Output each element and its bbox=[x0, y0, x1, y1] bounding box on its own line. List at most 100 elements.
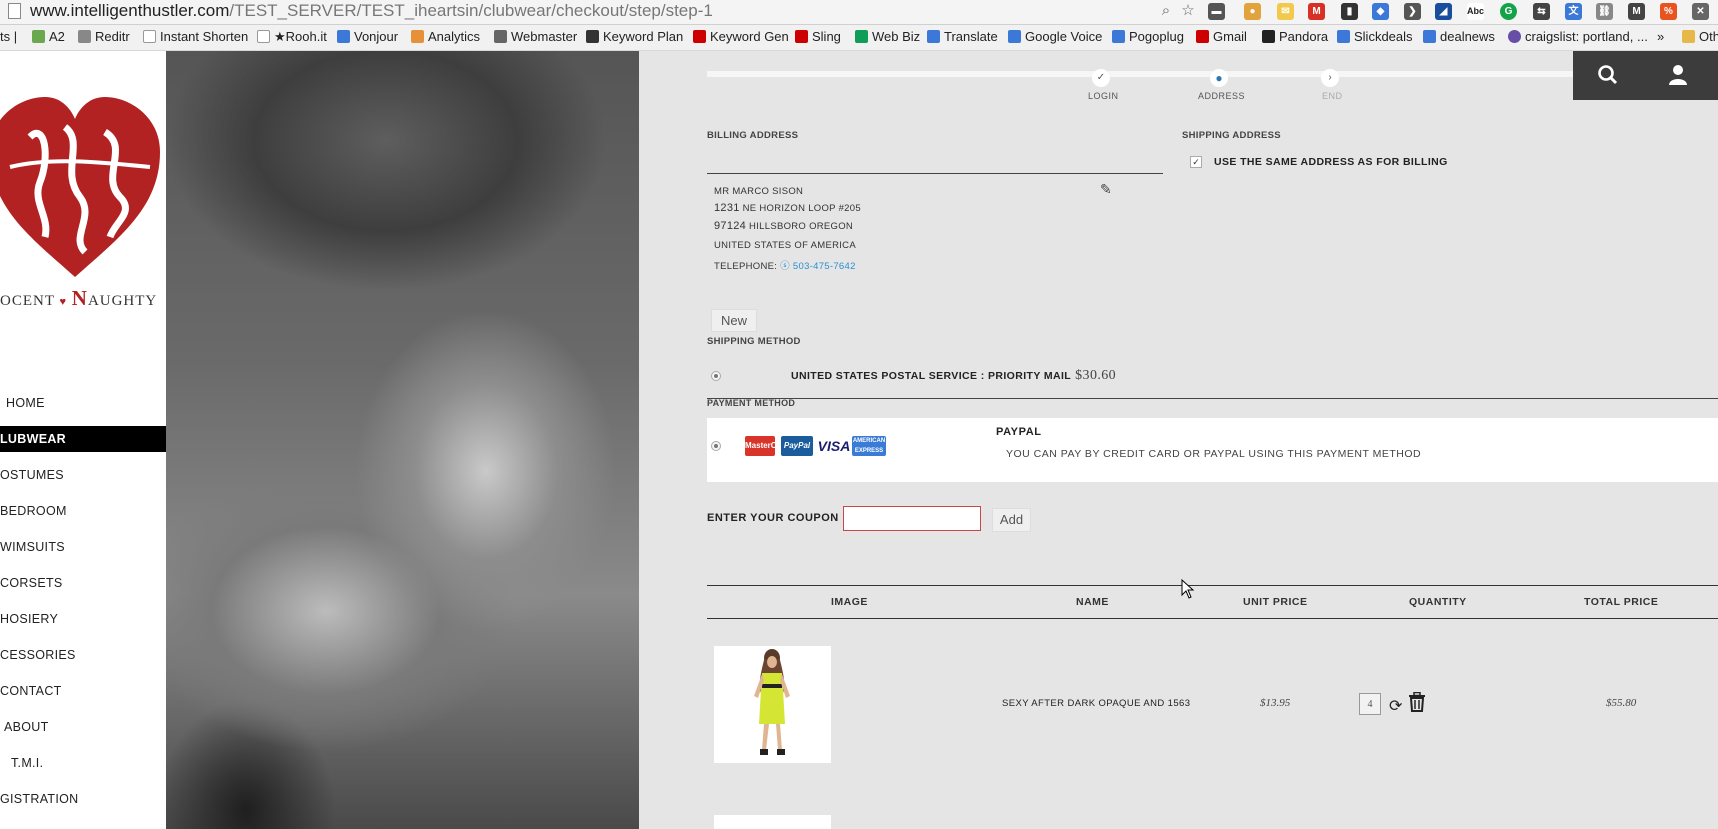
extension-icon-11[interactable]: ⇆ bbox=[1533, 3, 1550, 20]
folder-icon bbox=[1682, 30, 1695, 43]
shipping-address-title: SHIPPING ADDRESS bbox=[1182, 130, 1281, 141]
nav-contact[interactable]: CONTACT bbox=[0, 678, 166, 704]
bookmark-item[interactable]: Google Voice bbox=[1008, 29, 1102, 45]
nav-swimsuits[interactable]: WIMSUITS bbox=[0, 534, 166, 560]
bookmark-item[interactable]: Vonjour bbox=[337, 29, 398, 45]
bookmark-icon bbox=[1337, 30, 1350, 43]
bookmark-item[interactable]: ts | bbox=[0, 29, 17, 45]
nav-corsets[interactable]: CORSETS bbox=[0, 570, 166, 596]
grammarly-icon[interactable]: G bbox=[1500, 3, 1517, 20]
bookmark-icon bbox=[257, 30, 270, 43]
nav-tmi[interactable]: T.M.I. bbox=[0, 750, 177, 776]
product-image-next[interactable] bbox=[714, 815, 831, 829]
bookmark-icon bbox=[586, 30, 599, 43]
nav-costumes[interactable]: OSTUMES bbox=[0, 462, 166, 488]
coupon-input[interactable] bbox=[843, 506, 981, 531]
quantity-input[interactable]: 4 bbox=[1359, 693, 1381, 715]
logo-tagline: OCENT ♥ NAUGHTY bbox=[0, 286, 158, 310]
extension-icon-2[interactable]: ● bbox=[1244, 3, 1261, 20]
nav-registration[interactable]: GISTRATION bbox=[0, 786, 166, 812]
col-image-header: IMAGE bbox=[831, 596, 868, 608]
bookmark-item[interactable]: Oth bbox=[1682, 29, 1718, 45]
search-icon[interactable] bbox=[1595, 62, 1621, 88]
bookmark-item[interactable]: dealnews bbox=[1423, 29, 1495, 45]
gmail-extension-icon[interactable]: M bbox=[1308, 3, 1325, 20]
refresh-icon[interactable]: ⟳ bbox=[1389, 696, 1402, 716]
bookmark-item[interactable]: Instant Shorten bbox=[143, 29, 248, 45]
url-text[interactable]: www.intelligenthustler.com/TEST_SERVER/T… bbox=[30, 1, 713, 21]
link-icon[interactable]: ⛓ bbox=[1596, 3, 1613, 20]
bookmark-item[interactable]: Webmaster bbox=[494, 29, 577, 45]
bookmark-item[interactable]: ★Rooh.it bbox=[257, 29, 327, 45]
bookmark-item[interactable]: A2 bbox=[32, 29, 65, 45]
payment-divider bbox=[707, 398, 1718, 399]
billing-divider bbox=[707, 173, 1163, 174]
user-icon[interactable] bbox=[1665, 62, 1691, 88]
star-icon[interactable]: ☆ bbox=[1179, 2, 1197, 20]
skype-icon: ⓢ bbox=[780, 261, 790, 272]
bookmark-icon bbox=[1196, 30, 1209, 43]
bookmark-item[interactable]: Web Biz bbox=[855, 29, 920, 45]
shipping-price: $30.60 bbox=[1075, 368, 1117, 383]
add-coupon-button[interactable]: Add bbox=[992, 508, 1031, 532]
bookmark-icon bbox=[1112, 30, 1125, 43]
bookmark-icon bbox=[32, 30, 45, 43]
payment-method-title: PAYMENT METHOD bbox=[707, 398, 796, 408]
bookmark-icon bbox=[143, 30, 156, 43]
nav-clubwear[interactable]: LUBWEAR bbox=[0, 426, 166, 452]
extension-icon-8[interactable]: ◢ bbox=[1435, 3, 1452, 20]
product-image[interactable] bbox=[714, 646, 831, 763]
table-header-top-rule bbox=[707, 585, 1718, 586]
bookmark-item[interactable]: Keyword Gen bbox=[693, 29, 789, 45]
bookmark-item[interactable]: Gmail bbox=[1196, 29, 1247, 45]
pocket-icon[interactable]: ❯ bbox=[1404, 3, 1421, 20]
translate-extension-icon[interactable]: 文 bbox=[1565, 3, 1582, 20]
extension-icon-14[interactable]: M bbox=[1628, 3, 1645, 20]
shipping-radio[interactable] bbox=[711, 371, 721, 381]
bookmark-item[interactable]: Keyword Plan bbox=[586, 29, 683, 45]
extension-icon-6[interactable]: ◆ bbox=[1372, 3, 1389, 20]
bookmark-icon bbox=[1508, 30, 1521, 43]
address-bar[interactable]: www.intelligenthustler.com/TEST_SERVER/T… bbox=[0, 0, 1718, 25]
url-host: www.intelligenthustler.com bbox=[30, 1, 230, 20]
payment-radio[interactable] bbox=[711, 441, 721, 451]
nav-about[interactable]: ABOUT bbox=[0, 714, 170, 740]
extension-icon-1[interactable]: ▬ bbox=[1208, 3, 1225, 20]
edit-pencil-icon[interactable]: ✎ bbox=[1100, 181, 1112, 198]
extension-icon-3[interactable]: ✉ bbox=[1277, 3, 1294, 20]
bookmark-item[interactable]: Analytics bbox=[411, 29, 480, 45]
same-address-checkbox[interactable]: ✓ bbox=[1190, 156, 1202, 168]
nav-home[interactable]: HOME bbox=[0, 390, 172, 416]
coupon-extension-icon[interactable]: % bbox=[1660, 3, 1677, 20]
nav-hosiery[interactable]: HOSIERY bbox=[0, 606, 166, 632]
spellcheck-icon[interactable]: Abc bbox=[1467, 3, 1484, 20]
bookmark-item[interactable]: Slickdeals bbox=[1337, 29, 1413, 45]
extension-icon-16[interactable]: ✕ bbox=[1692, 3, 1709, 20]
shipping-method-title: SHIPPING METHOD bbox=[707, 336, 801, 347]
bookmark-item[interactable]: Reditr bbox=[78, 29, 130, 45]
heart-logo-icon[interactable] bbox=[0, 97, 160, 282]
nav-bedroom[interactable]: BEDROOM bbox=[0, 498, 166, 524]
bookmarks-overflow[interactable]: » bbox=[1657, 29, 1664, 45]
trash-icon[interactable] bbox=[1408, 691, 1426, 717]
amex-icon: AMERICAN EXPRESS bbox=[852, 436, 886, 456]
paypal-option-title: PAYPAL bbox=[996, 426, 1042, 438]
bookmarks-bar: ts | A2 Reditr Instant Shorten ★Rooh.it … bbox=[0, 25, 1718, 51]
extension-icon-5[interactable]: ▮ bbox=[1341, 3, 1358, 20]
bookmark-icon bbox=[1008, 30, 1021, 43]
nav-accessories[interactable]: CESSORIES bbox=[0, 642, 166, 668]
zoom-icon[interactable]: ⌕ bbox=[1157, 2, 1175, 20]
bookmark-item[interactable]: Translate bbox=[927, 29, 998, 45]
bookmark-icon bbox=[927, 30, 940, 43]
col-unit-price-header: UNIT PRICE bbox=[1243, 596, 1308, 608]
bookmark-item[interactable]: Pandora bbox=[1262, 29, 1328, 45]
new-address-button[interactable]: New bbox=[711, 309, 757, 332]
bookmark-item[interactable]: Pogoplug bbox=[1112, 29, 1184, 45]
phone-link[interactable]: 503-475-7642 bbox=[793, 261, 856, 272]
page-icon bbox=[8, 3, 21, 19]
product-name[interactable]: SEXY AFTER DARK OPAQUE AND 1563 bbox=[1002, 698, 1190, 709]
bookmark-item[interactable]: craigslist: portland, ... bbox=[1508, 29, 1648, 45]
coupon-label: ENTER YOUR COUPON bbox=[707, 512, 839, 524]
step-end-label: END bbox=[1322, 91, 1343, 101]
bookmark-item[interactable]: Sling bbox=[795, 29, 841, 45]
